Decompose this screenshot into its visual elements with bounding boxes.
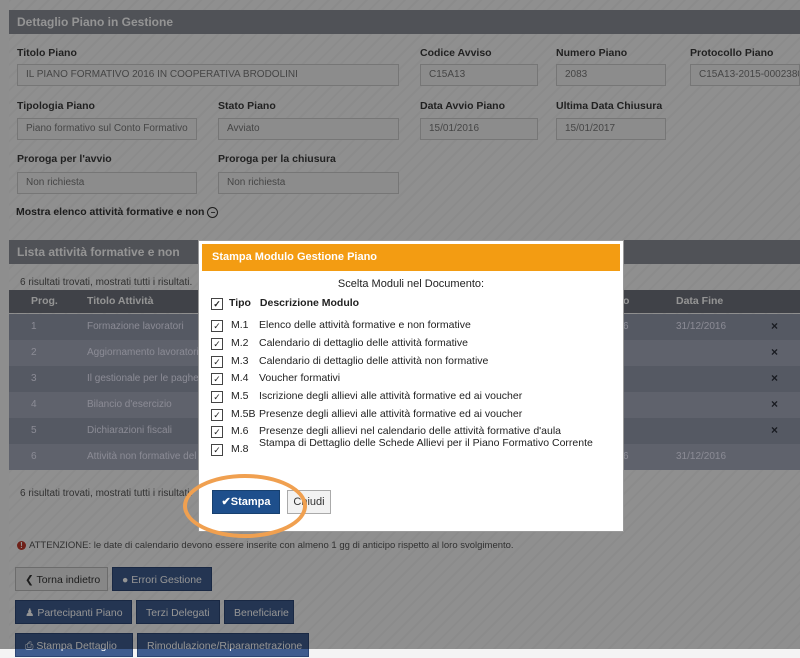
module-description: Presenze degli allievi alle attività for… <box>259 408 523 420</box>
header-tipo: Tipo <box>229 297 251 309</box>
module-code: M.8 <box>231 443 249 455</box>
module-checkbox[interactable]: ✓ <box>211 373 223 385</box>
module-row: ✓ M.1 Elenco delle attività formative e no… <box>211 319 611 332</box>
module-description: Elenco delle attività formative e non fo… <box>259 319 471 331</box>
module-code: M.2 <box>231 337 249 349</box>
module-checkbox[interactable]: ✓ <box>211 338 223 350</box>
module-description: Iscrizione degli allievi alle attività f… <box>259 390 523 402</box>
module-checkbox[interactable]: ✓ <box>211 356 223 368</box>
modal-header-row: ✓ Tipo Descrizione Modulo <box>211 297 359 310</box>
module-row: ✓ M.5 Iscrizione degli allievi alle attivi… <box>211 390 611 403</box>
module-checkbox[interactable]: ✓ <box>211 426 223 438</box>
modal-subtitle: Scelta Moduli nel Documento: <box>337 278 485 290</box>
module-checkbox[interactable]: ✓ <box>211 444 223 456</box>
module-row: ✓ M.5B Presenze degli allievi alle attivit… <box>211 408 611 421</box>
module-checkbox[interactable]: ✓ <box>211 320 223 332</box>
module-code: M.1 <box>231 319 249 331</box>
module-row: ✓ M.3 Calendario di dettaglio delle attivi… <box>211 355 611 368</box>
modal-title: Stampa Modulo Gestione Piano <box>202 244 620 271</box>
module-code: M.6 <box>231 425 249 437</box>
module-description: Presenze degli allievi nel calendario de… <box>259 425 562 437</box>
module-checkbox[interactable]: ✓ <box>211 409 223 421</box>
select-all-checkbox[interactable]: ✓ <box>211 298 223 310</box>
module-code: M.4 <box>231 372 249 384</box>
header-descrizione: Descrizione Modulo <box>259 297 360 309</box>
highlight-ring-annotation <box>183 474 307 538</box>
module-code: M.5B <box>231 408 256 420</box>
module-description: Voucher formativi <box>259 372 341 384</box>
module-code: M.3 <box>231 355 249 367</box>
module-row: ✓ M.4 Voucher formativi <box>211 372 611 385</box>
module-description: Calendario di dettaglio delle attività n… <box>259 355 489 367</box>
module-description: Stampa di Dettaglio delle Schede Allievi… <box>259 437 593 449</box>
module-code: M.5 <box>231 390 249 402</box>
module-checkbox[interactable]: ✓ <box>211 391 223 403</box>
module-row: ✓ M.2 Calendario di dettaglio delle attivi… <box>211 337 611 350</box>
module-description: Calendario di dettaglio delle attività f… <box>259 337 468 349</box>
module-row: ✓ M.8 Stampa di Dettaglio delle Schede All… <box>211 437 611 456</box>
